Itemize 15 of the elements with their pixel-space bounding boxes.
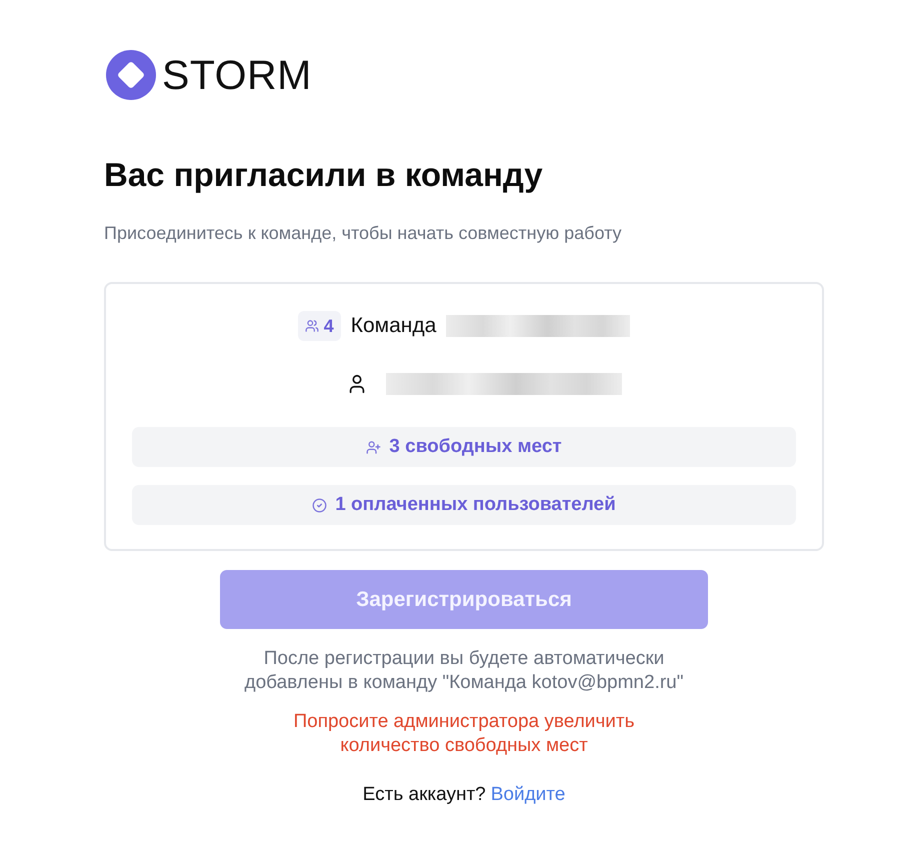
- login-link[interactable]: Войдите: [490, 783, 566, 807]
- user-plus-icon: [366, 440, 382, 454]
- login-prompt: Есть аккаунт?: [362, 783, 486, 807]
- stat-text: 1 оплаченных пользователей: [335, 494, 616, 516]
- page-title: Вас пригласили в команду: [104, 155, 543, 195]
- logo-icon: [106, 50, 156, 100]
- registration-note: После регистрации вы будете автоматически добавлены в команду "Команда kotov@bpmn2.ru": [243, 647, 684, 695]
- member-count: 4: [324, 316, 334, 336]
- page-subtitle: Присоединитесь к команде, чтобы начать совместную работу: [104, 222, 622, 245]
- team-name-label: Команда: [350, 313, 436, 339]
- stat-text: 3 свободных мест: [389, 436, 562, 458]
- users-icon: [304, 319, 319, 333]
- logo-text: STORM: [162, 51, 312, 100]
- seats-warning: Попросите администратора увеличить количество свободных мест: [292, 710, 636, 758]
- check-circle-icon: [312, 498, 328, 512]
